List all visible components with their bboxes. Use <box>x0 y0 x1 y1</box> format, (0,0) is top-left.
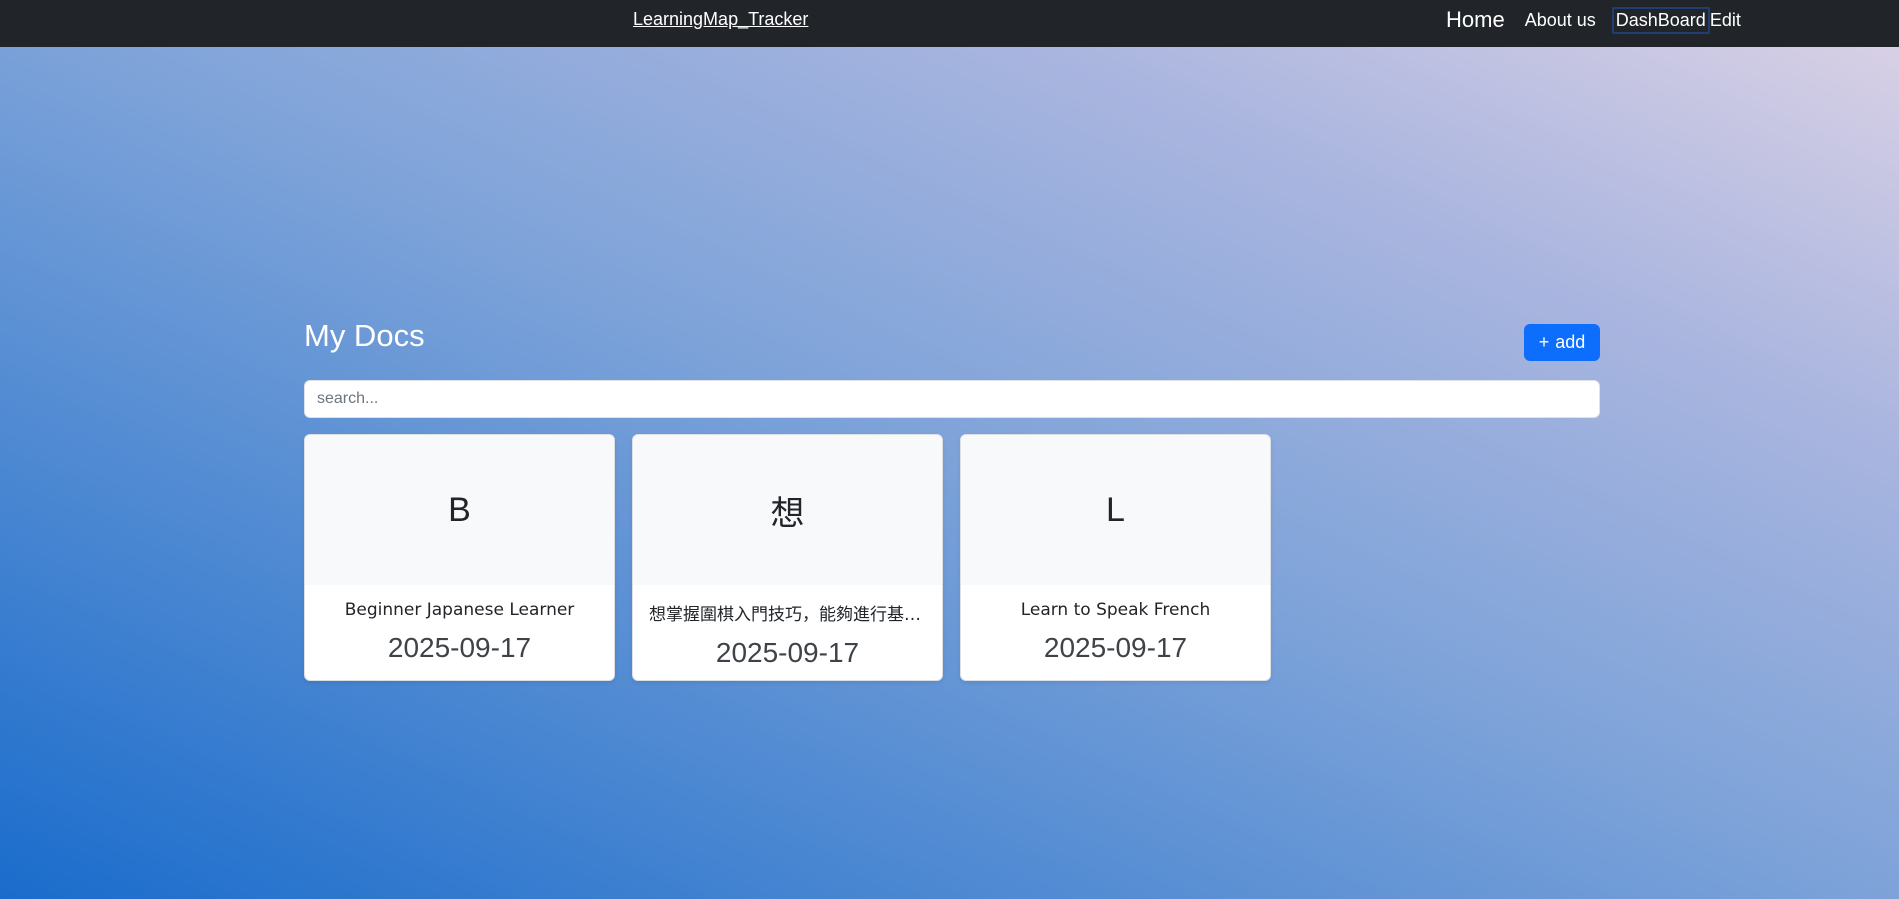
nav-about-link[interactable]: About us <box>1513 10 1604 31</box>
doc-card-date: 2025-09-17 <box>1043 632 1188 663</box>
search-input[interactable] <box>304 380 1600 418</box>
top-navbar: LearningMap_Tracker Home About us DashBo… <box>0 0 1899 47</box>
doc-card-title: 想掌握圍棋入門技巧，能夠進行基本對弈 <box>649 605 942 625</box>
doc-card-thumbnail: B <box>305 435 614 585</box>
doc-card-date: 2025-09-17 <box>387 632 532 663</box>
nav-dashboard-edit-link[interactable]: DashBoard Edit <box>1611 6 1741 34</box>
doc-card[interactable]: L Learn to Speak French 2025-09-17 <box>960 434 1271 681</box>
nav-edit-label: Edit <box>1709 9 1741 30</box>
doc-card-thumbnail: L <box>961 435 1270 585</box>
doc-card-title: Learn to Speak French <box>1020 600 1211 620</box>
nav-dashboard-label: DashBoard <box>1611 6 1710 34</box>
add-button-label: add <box>1555 332 1586 352</box>
doc-card-title: Beginner Japanese Learner <box>344 600 575 620</box>
brand-link[interactable]: LearningMap_Tracker <box>633 9 808 30</box>
doc-card-date: 2025-09-17 <box>715 637 860 668</box>
nav-home-link[interactable]: Home <box>1438 7 1513 33</box>
page-title: My Docs <box>304 318 425 353</box>
nav-links: Home About us DashBoard Edit <box>1438 5 1741 35</box>
plus-icon: + <box>1538 332 1550 352</box>
add-doc-button[interactable]: + add <box>1524 324 1600 361</box>
doc-card-thumbnail: 想 <box>633 435 942 585</box>
doc-card[interactable]: B Beginner Japanese Learner 2025-09-17 <box>304 434 615 681</box>
doc-card[interactable]: 想 想掌握圍棋入門技巧，能夠進行基本對弈 2025-09-17 <box>632 434 943 681</box>
